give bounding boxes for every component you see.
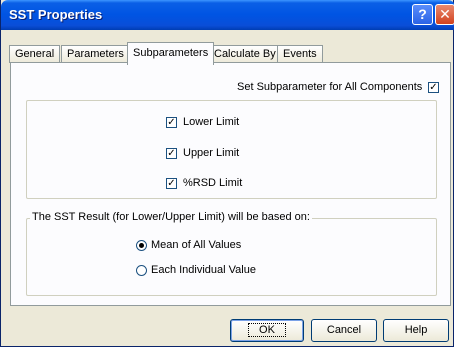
tab-calculate-by[interactable]: Calculate By (208, 45, 282, 63)
title-bar[interactable]: SST Properties ? ✕ (1, 0, 454, 30)
window-title: SST Properties (9, 7, 103, 22)
tab-strip: General Parameters Subparameters Calcula… (1, 42, 454, 65)
lower-limit-checkbox[interactable]: ✓ (166, 117, 177, 128)
subparameters-panel: Set Subparameter for All Components ✓ ✓ … (10, 62, 451, 306)
help-icon[interactable]: ? (412, 4, 433, 25)
set-all-checkbox[interactable]: ✓ (428, 82, 439, 93)
tab-parameters[interactable]: Parameters (61, 45, 130, 63)
ok-button-label: OK (248, 323, 286, 337)
upper-limit-label: Upper Limit (183, 147, 240, 159)
limits-group: ✓ Lower Limit ✓ Upper Limit ✓ %RSD Limit (26, 100, 437, 199)
cancel-button[interactable]: Cancel (311, 319, 377, 342)
result-basis-group: The SST Result (for Lower/Upper Limit) w… (26, 211, 437, 296)
mean-all-values-label: Mean of All Values (151, 239, 242, 251)
tab-general[interactable]: General (9, 45, 61, 63)
tab-events[interactable]: Events (277, 45, 323, 63)
upper-limit-checkbox[interactable]: ✓ (166, 148, 177, 159)
dialog-window: SST Properties ? ✕ General Parameters Su… (0, 0, 454, 347)
close-icon[interactable]: ✕ (435, 4, 454, 25)
tab-subparameters[interactable]: Subparameters (127, 42, 215, 65)
rsd-limit-checkbox[interactable]: ✓ (166, 178, 177, 189)
result-basis-legend: The SST Result (for Lower/Upper Limit) w… (30, 211, 312, 223)
set-all-label: Set Subparameter for All Components (237, 81, 423, 93)
help-button[interactable]: Help (383, 319, 449, 342)
ok-button[interactable]: OK (230, 319, 304, 342)
each-individual-value-label: Each Individual Value (151, 264, 256, 276)
each-individual-value-radio[interactable] (136, 265, 147, 276)
rsd-limit-label: %RSD Limit (183, 177, 243, 189)
lower-limit-label: Lower Limit (183, 116, 240, 128)
mean-all-values-radio[interactable] (136, 240, 147, 251)
